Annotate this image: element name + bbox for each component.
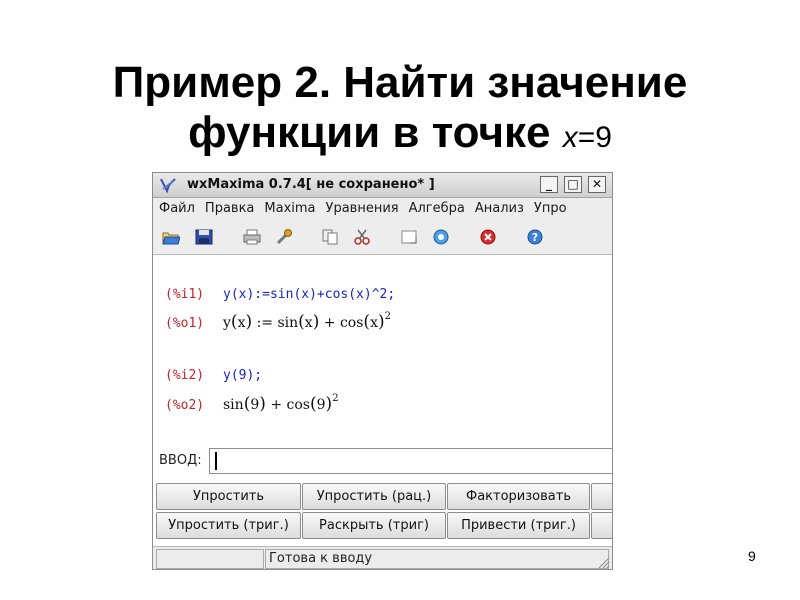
math-equals: =9 [577,121,612,154]
o1-paren-close-2: ) [312,312,320,332]
math-variable: x [562,121,578,154]
status-text: Готова к вводу [265,549,609,569]
o1-arg-2: x [304,315,313,331]
close-button[interactable]: ✕ [588,176,606,193]
text-caret [215,452,217,470]
minimize-button[interactable]: _ [540,176,558,193]
input-label: ВВОД: [159,453,202,468]
output-expression-2: sin(9) + cos(9)2 [223,393,339,414]
o2-sin: sin [223,397,244,413]
output-expression-1: y(x) := sin(x) + cos(x)2 [223,311,391,332]
input-row: ВВОД: [153,445,612,479]
trig-expand-button[interactable]: Раскрыть (триг) [302,512,446,539]
title-line-1: Пример 2. Найти значение [112,58,688,107]
o1-arg-3: x [370,315,378,331]
status-bar: Готова к вводу [153,546,612,569]
input-code-2[interactable]: y(9); [223,368,262,383]
cut-icon[interactable] [353,229,371,245]
o2-arg-1: 9 [250,397,260,413]
svg-text:?: ? [532,231,538,244]
o2-paren-open-2: ( [309,394,317,414]
interrupt-icon[interactable] [432,229,450,245]
o1-paren-open-1: ( [230,312,238,332]
trig-reduce-button[interactable]: Привести (триг.) [447,512,590,539]
o2-paren-close-1: ) [259,394,266,414]
factor-button[interactable]: Факторизовать [447,483,590,510]
input-label-1: (%i1) [165,287,205,302]
input-code-1[interactable]: y(x):=sin(x)+cos(x)^2; [223,287,395,302]
window-title: wxMaxima 0.7.4[ не сохранено* ] [187,177,435,192]
open-icon[interactable] [162,229,180,245]
title-line-2: функции в точке x=9 [0,108,800,163]
o2-arg-2: 9 [316,397,326,413]
select-icon[interactable] [400,229,418,245]
command-input[interactable] [209,448,612,474]
o1-paren-close-1: ) [245,312,253,332]
wxmaxima-window: wxMaxima 0.7.4[ не сохранено* ] _ □ ✕ Фа… [152,172,613,570]
menu-calculus[interactable]: Анализ [469,198,528,216]
o1-plus-cos: + cos [323,315,364,331]
slide-title: Пример 2. Найти значение функции в точке… [0,58,800,163]
save-icon[interactable] [195,229,213,245]
config-icon[interactable] [275,229,293,245]
o1-function-name: y [223,315,231,331]
copy-icon[interactable] [321,229,339,245]
toolbar: ? [153,220,612,255]
menu-file[interactable]: Файл [153,198,199,216]
menu-edit[interactable]: Правка [199,198,258,216]
resize-grip-icon[interactable] [596,555,610,569]
trig-simplify-button[interactable]: Упростить (триг.) [156,512,301,539]
menu-algebra[interactable]: Алгебра [403,198,469,216]
maximize-button[interactable]: □ [564,176,582,193]
output-cell-2: (%o2) sin(9) + cos(9)2 [165,393,339,414]
o1-definition: := sin [256,315,299,331]
overflow-button-1[interactable] [591,483,612,510]
stop-icon[interactable] [479,229,497,245]
print-icon[interactable] [243,229,261,245]
wxmaxima-app-icon [160,178,176,193]
output-cell-1: (%o1) y(x) := sin(x) + cos(x)2 [165,311,391,332]
menu-bar: Файл Правка Maxima Уравнения Алгебра Анализ Уп… [153,198,612,220]
input-cell-1[interactable]: (%i1) y(x):=sin(x)+cos(x)^2; [165,287,395,302]
title-bar[interactable]: wxMaxima 0.7.4[ не сохранено* ] _ □ ✕ [153,173,612,198]
o1-paren-close-3: ) [377,312,385,332]
overflow-button-2[interactable] [591,512,612,539]
menu-simplify[interactable]: Упро [528,198,571,216]
output-label-2: (%o2) [165,398,205,413]
page-number: 9 [748,548,756,564]
simplify-rational-button[interactable]: Упростить (рац.) [302,483,446,510]
title-line-2-text: функции в точке [188,108,563,157]
o1-paren-open-2: ( [298,312,305,332]
output-label-1: (%o1) [165,316,205,331]
menu-equations[interactable]: Уравнения [320,198,403,216]
o1-exponent: 2 [384,311,391,322]
status-cell-left [156,549,264,569]
help-icon[interactable]: ? [526,229,544,245]
input-cell-2[interactable]: (%i2) y(9); [165,368,262,383]
menu-maxima[interactable]: Maxima [258,198,319,216]
simplify-button[interactable]: Упростить [156,483,301,510]
o2-exponent: 2 [332,393,339,404]
o2-plus-cos: + cos [270,397,310,413]
input-label-2: (%i2) [165,368,205,383]
